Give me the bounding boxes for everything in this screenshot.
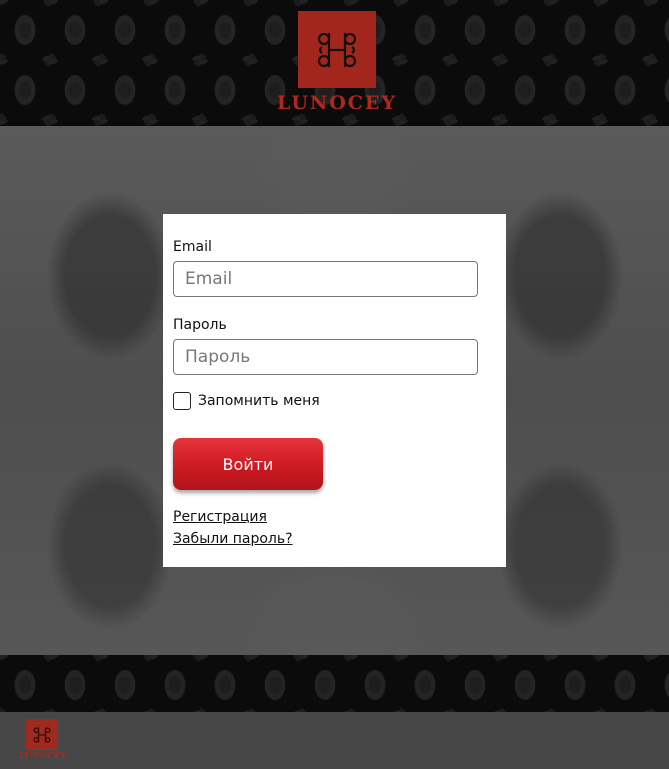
footer-logo-wordmark[interactable]: LUNOCEY [15,750,71,760]
password-field[interactable] [173,339,478,375]
footer-logo-icon[interactable] [26,719,58,750]
remember-me-checkbox[interactable] [173,392,191,410]
login-button[interactable]: Войти [173,438,323,490]
remember-me-label[interactable]: Запомнить меня [198,393,320,409]
remember-me-row[interactable]: Запомнить меня [173,392,320,410]
email-field[interactable] [173,261,478,297]
forgot-password-link[interactable]: Забыли пароль? [173,531,293,547]
footer-banner [0,655,669,712]
password-label: Пароль [173,317,227,333]
email-label: Email [173,239,212,255]
logo-icon[interactable] [298,11,376,88]
register-link[interactable]: Регистрация [173,509,267,525]
header-banner: LUNOCEY [0,0,669,126]
footer: LUNOCEY [0,712,669,769]
login-form: Email Пароль Запомнить меня Войти Регист… [163,214,506,567]
logo-wordmark[interactable]: LUNOCEY [240,92,434,114]
